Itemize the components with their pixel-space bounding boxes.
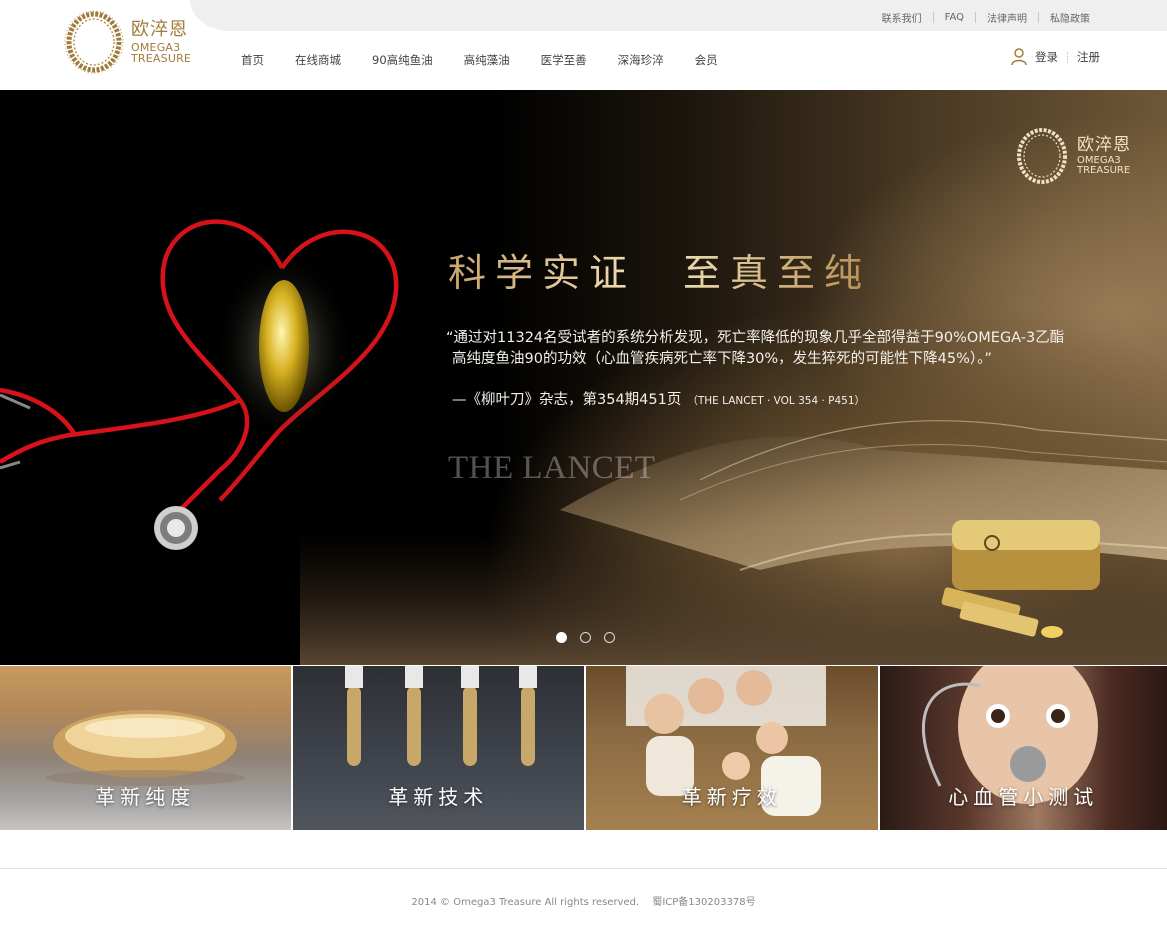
top-link-faq[interactable]: FAQ bbox=[934, 12, 975, 23]
hero-banner[interactable]: 欧淬恩 OMEGA3 TREASURE 科学实证 至真至纯 “通过对11324名… bbox=[0, 90, 1167, 665]
logo-name-en-1: OMEGA3 bbox=[131, 40, 181, 54]
nav-item-deep-sea[interactable]: 深海珍淬 bbox=[618, 52, 664, 68]
hero-source-en: （THE LANCET · VOL 354 · P451） bbox=[687, 395, 866, 407]
tile-purity[interactable]: 革新纯度 bbox=[0, 666, 291, 830]
hero-quote-line-1: “通过对11324名受试者的系统分析发现，死亡率降低的现象几乎全部得益于90%O… bbox=[446, 330, 1065, 346]
footer-copyright: 2014 © Omega3 Treasure All rights reserv… bbox=[411, 897, 640, 908]
nav-item-shop[interactable]: 在线商城 bbox=[295, 52, 341, 68]
footer-divider bbox=[0, 868, 1167, 869]
top-link-legal[interactable]: 法律声明 bbox=[976, 10, 1038, 25]
top-link-privacy[interactable]: 私隐政策 bbox=[1039, 10, 1101, 25]
footer-icp[interactable]: 蜀ICP备130203378号 bbox=[652, 897, 755, 908]
nav-item-member[interactable]: 会员 bbox=[695, 52, 718, 68]
hero-logo: 欧淬恩 OMEGA3 TREASURE bbox=[1013, 126, 1131, 186]
user-icon bbox=[1011, 48, 1027, 66]
stethoscope-heart-illustration bbox=[0, 219, 399, 550]
tile-efficacy[interactable]: 革新疗效 bbox=[586, 666, 878, 830]
hero-source-cn: —《柳叶刀》杂志，第354期451页 bbox=[452, 392, 682, 408]
slider-dot-3[interactable] bbox=[604, 632, 615, 643]
register-link[interactable]: 注册 bbox=[1077, 49, 1100, 65]
top-links: 联系我们 FAQ 法律声明 私隐政策 bbox=[871, 10, 1101, 25]
nav-item-algae-oil[interactable]: 高纯藻油 bbox=[464, 52, 510, 68]
slider-dot-1[interactable] bbox=[556, 632, 567, 643]
hero-logo-name-en-1: OMEGA3 bbox=[1077, 154, 1121, 166]
hero-logo-text: 欧淬恩 OMEGA3 TREASURE bbox=[1077, 134, 1131, 176]
tile-technology[interactable]: 革新技术 bbox=[292, 666, 584, 830]
hero-logo-name-cn: 欧淬恩 bbox=[1077, 134, 1131, 155]
hero-quote-line-2: 高纯度鱼油90的功效（心血管疾病死亡率下降30%，发生猝死的可能性下降45%）。… bbox=[452, 351, 992, 367]
feature-tiles: 革新纯度 革新技术 革新疗效 心血管小测试 bbox=[0, 666, 1167, 830]
main-nav: 首页 在线商城 90高纯鱼油 高纯藻油 医学至善 深海珍淬 会员 bbox=[241, 52, 749, 68]
logo-ring-icon bbox=[1017, 128, 1067, 184]
nav-item-medical[interactable]: 医学至善 bbox=[541, 52, 587, 68]
tile-heart-test[interactable]: 心血管小测试 bbox=[879, 666, 1167, 830]
logo-name-cn: 欧淬恩 bbox=[131, 18, 188, 40]
hero-source: —《柳叶刀》杂志，第354期451页 （THE LANCET · VOL 354 … bbox=[452, 388, 865, 409]
slider-dots bbox=[556, 632, 628, 643]
logo-ring-icon bbox=[64, 10, 124, 74]
journal-watermark: THE LANCET bbox=[448, 450, 656, 486]
tile-label: 革新技术 bbox=[388, 785, 489, 809]
top-link-contact[interactable]: 联系我们 bbox=[871, 10, 933, 25]
tile-label: 革新纯度 bbox=[95, 785, 196, 809]
tile-label: 革新疗效 bbox=[681, 785, 782, 809]
slider-dot-2[interactable] bbox=[580, 632, 591, 643]
hero-logo-name-en-2: TREASURE bbox=[1077, 164, 1131, 176]
hero-quote: “通过对11324名受试者的系统分析发现，死亡率降低的现象几乎全部得益于90%O… bbox=[446, 328, 1116, 370]
divider bbox=[1067, 51, 1068, 63]
logo-text: 欧淬恩 OMEGA3 TREASURE bbox=[131, 18, 192, 65]
login-link[interactable]: 登录 bbox=[1035, 49, 1058, 65]
auth-links: 登录 注册 bbox=[1011, 48, 1100, 66]
nav-item-home[interactable]: 首页 bbox=[241, 52, 264, 68]
nav-item-fish-oil-90[interactable]: 90高纯鱼油 bbox=[372, 52, 433, 68]
logo[interactable]: 欧淬恩 OMEGA3 TREASURE bbox=[63, 8, 195, 76]
tile-label: 心血管小测试 bbox=[948, 785, 1099, 809]
logo-name-en-2: TREASURE bbox=[131, 51, 192, 65]
hero-headline: 科学实证 至真至纯 bbox=[448, 242, 871, 297]
footer: 2014 © Omega3 Treasure All rights reserv… bbox=[0, 893, 1167, 908]
site-header: 联系我们 FAQ 法律声明 私隐政策 欧淬恩 OMEGA3 TREASURE 首… bbox=[0, 0, 1167, 90]
